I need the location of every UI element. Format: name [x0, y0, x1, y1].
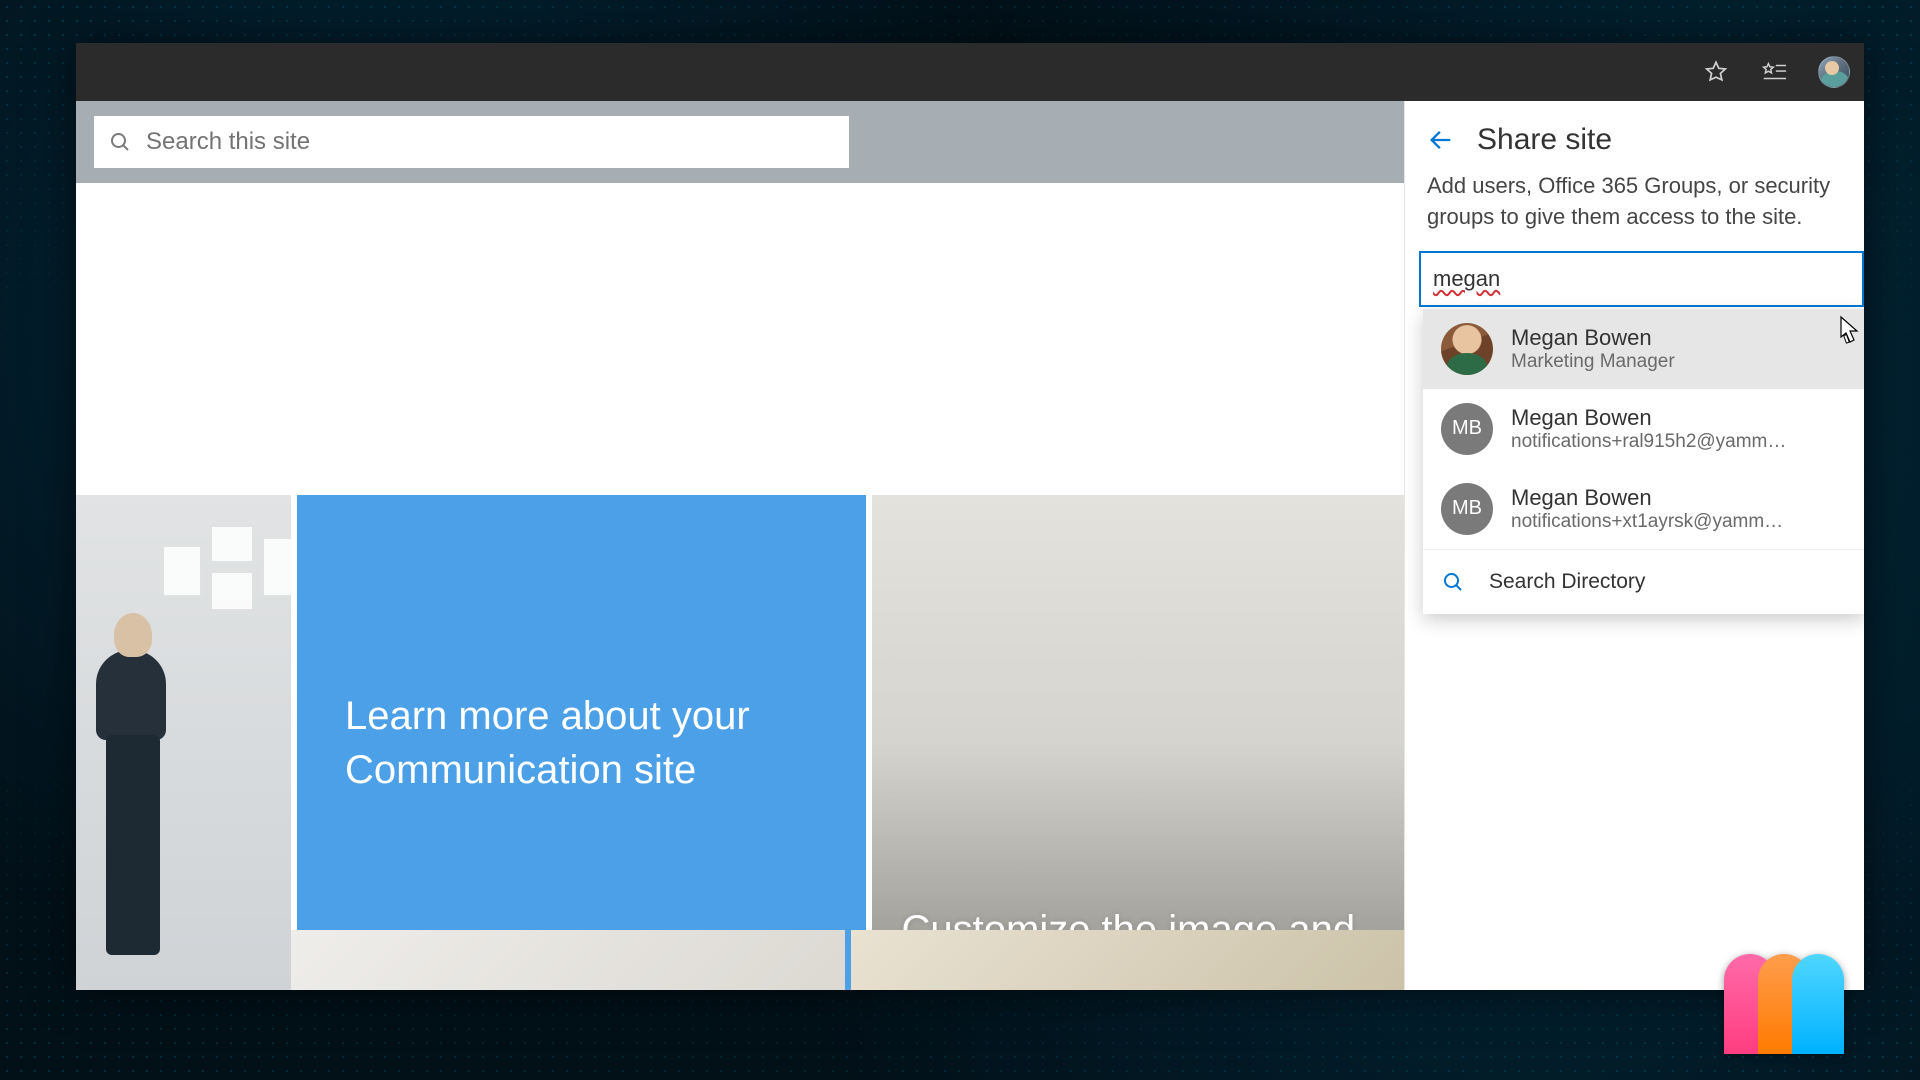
people-picker-input[interactable]: megan: [1419, 251, 1864, 307]
hero-center-text: Learn more about your Communication site: [345, 689, 818, 797]
site-search-placeholder: Search this site: [146, 128, 310, 156]
hero-tile-left[interactable]: [76, 495, 291, 990]
people-suggestions-dropdown: Megan Bowen Marketing Manager MB Megan B…: [1423, 309, 1864, 614]
suggestion-subtitle: notifications+ral915h2@yamm…: [1511, 431, 1786, 453]
search-icon: [1441, 570, 1465, 594]
share-panel-description: Add users, Office 365 Groups, or securit…: [1405, 171, 1864, 251]
people-suggestion[interactable]: Megan Bowen Marketing Manager: [1423, 309, 1864, 389]
favorites-list-icon[interactable]: [1760, 58, 1788, 86]
brand-logo-icon: [1730, 954, 1890, 1064]
site-search-input[interactable]: Search this site: [94, 116, 849, 168]
avatar-photo-icon: [1441, 323, 1493, 375]
hero-thumb[interactable]: [851, 930, 1405, 990]
browser-titlebar: [76, 43, 1864, 101]
avatar-initials-icon: MB: [1441, 483, 1493, 535]
suggestion-subtitle: notifications+xt1ayrsk@yamm…: [1511, 511, 1783, 533]
back-arrow-icon[interactable]: [1427, 126, 1455, 154]
share-site-panel: Share site Add users, Office 365 Groups,…: [1404, 101, 1864, 990]
hero-tile-center[interactable]: Learn more about your Communication site: [297, 495, 866, 990]
share-panel-title: Share site: [1477, 123, 1612, 157]
hero-tile-right[interactable]: Customize the image and li: [872, 495, 1405, 990]
search-directory-label: Search Directory: [1489, 570, 1645, 594]
suggestion-name: Megan Bowen: [1511, 485, 1783, 511]
hero-thumbnails: [291, 930, 1404, 990]
main-content: Search this site Learn more about your C…: [76, 101, 1404, 990]
hero-tiles: Learn more about your Communication site…: [76, 495, 1404, 990]
hero-thumb[interactable]: [291, 930, 845, 990]
people-suggestion[interactable]: MB Megan Bowen notifications+ral915h2@ya…: [1423, 389, 1864, 469]
search-directory-button[interactable]: Search Directory: [1423, 549, 1864, 614]
suggestion-name: Megan Bowen: [1511, 405, 1786, 431]
people-suggestion[interactable]: MB Megan Bowen notifications+xt1ayrsk@ya…: [1423, 469, 1864, 549]
search-icon: [108, 130, 132, 154]
profile-avatar-icon[interactable]: [1818, 56, 1850, 88]
page-body: Learn more about your Communication site…: [76, 183, 1404, 990]
avatar-initials-icon: MB: [1441, 403, 1493, 455]
favorite-star-icon[interactable]: [1702, 58, 1730, 86]
suggestion-subtitle: Marketing Manager: [1511, 351, 1675, 373]
people-picker-value: megan: [1433, 266, 1500, 292]
suggestion-name: Megan Bowen: [1511, 325, 1675, 351]
browser-window: Search this site Learn more about your C…: [76, 43, 1864, 990]
gallery-decor: [162, 525, 291, 665]
site-header: Search this site: [76, 101, 1404, 183]
